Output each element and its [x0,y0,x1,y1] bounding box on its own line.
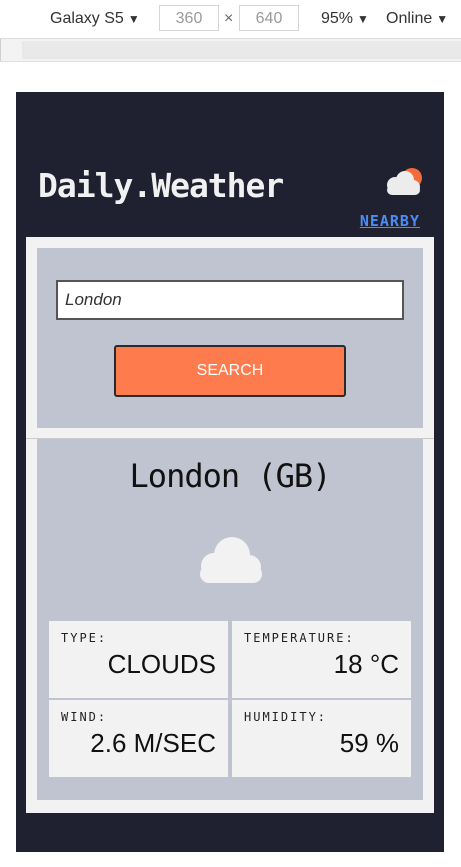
cloud-icon [200,537,262,583]
weather-details-grid: TYPE: CLOUDS TEMPERATURE: 18 °C WIND: 2.… [49,621,411,777]
content-frame: SEARCH London (GB) TYPE: CLOUDS TEMPERAT… [26,237,434,813]
city-search-input[interactable] [56,280,404,320]
network-select[interactable]: Online ▼ [386,9,448,29]
height-input[interactable]: 640 [239,5,299,31]
partly-cloudy-icon [387,168,422,195]
detail-temperature: TEMPERATURE: 18 °C [232,621,411,698]
media-query-ruler [0,39,461,62]
detail-label: TYPE: [61,631,108,645]
chevron-down-icon: ▼ [357,12,369,26]
times-symbol: × [224,10,234,27]
detail-value: CLOUDS [107,649,216,679]
detail-wind: WIND: 2.6 M/SEC [49,700,228,777]
weather-result-panel: London (GB) TYPE: CLOUDS TEMPERATURE: 18… [37,439,423,800]
detail-humidity: HUMIDITY: 59 % [232,700,411,777]
zoom-select[interactable]: 95% ▼ [321,9,369,29]
zoom-select-label: 95% [321,10,354,27]
search-panel: SEARCH [37,248,423,428]
width-input[interactable]: 360 [159,5,219,31]
city-title: London (GB) [129,457,332,495]
ruler-bar[interactable] [22,41,461,59]
ruler-segment [0,39,21,61]
detail-label: HUMIDITY: [244,710,328,724]
detail-label: TEMPERATURE: [244,631,355,645]
detail-value: 59 % [339,728,399,758]
detail-value: 18 °C [333,649,399,679]
network-select-label: Online [386,10,433,27]
app-logo-text: Daily.Weather [38,166,284,205]
search-button[interactable]: SEARCH [114,345,346,397]
chevron-down-icon: ▼ [436,12,449,26]
device-viewport: Daily.Weather NEARBY SEARCH London (GB) … [16,92,444,852]
device-toolbar: Galaxy S5 ▼ 360 × 640 95% ▼ Online ▼ [0,0,461,39]
nearby-link[interactable]: NEARBY [360,212,420,230]
detail-type: TYPE: CLOUDS [49,621,228,698]
detail-label: WIND: [61,710,108,724]
device-select-label: Galaxy S5 [50,10,124,27]
chevron-down-icon: ▼ [127,12,140,26]
detail-value: 2.6 M/SEC [90,728,216,758]
device-select[interactable]: Galaxy S5 ▼ [50,9,140,29]
